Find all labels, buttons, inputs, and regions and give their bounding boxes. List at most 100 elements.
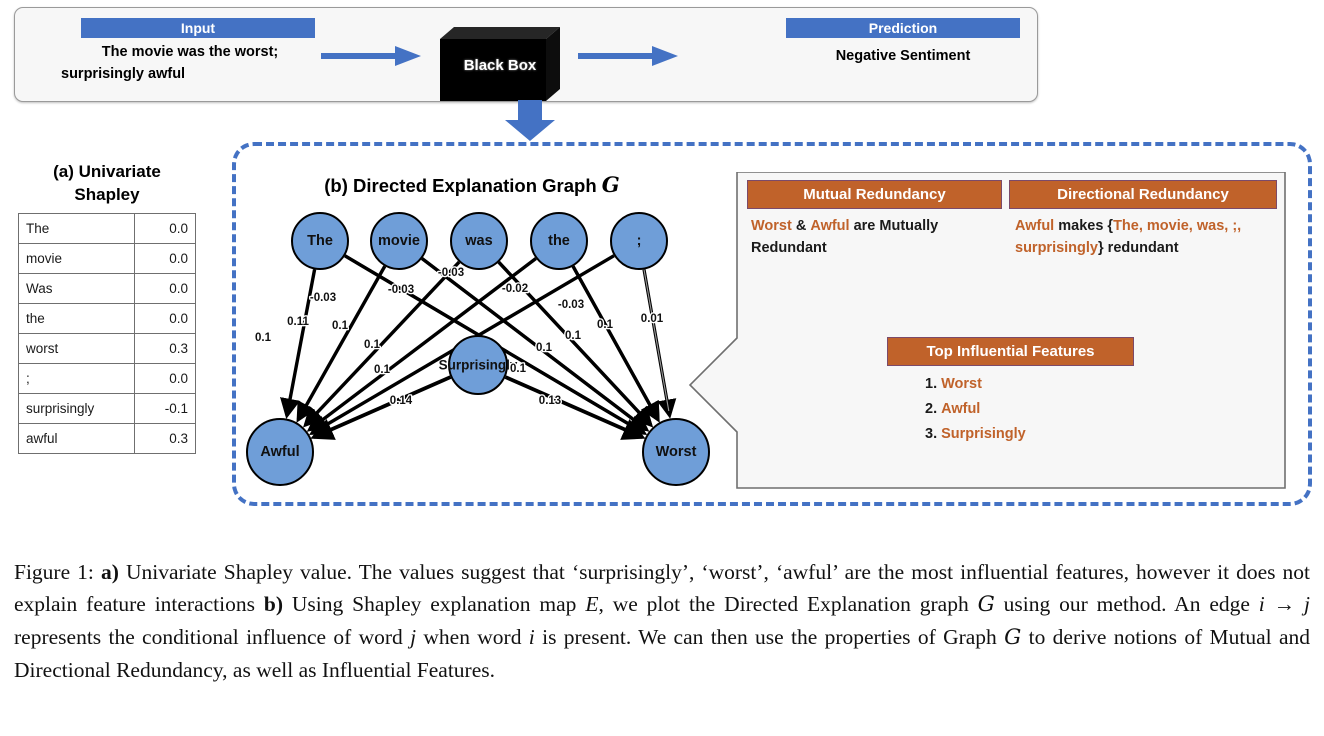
arrow-blackbox-to-prediction (578, 46, 678, 66)
shapley-value: 0.0 (134, 303, 196, 334)
edge-weight-label: 0.1 (597, 319, 614, 331)
edge-weight-label: 0.13 (539, 395, 561, 407)
edge-weight-label: 0.1 (364, 339, 381, 351)
edge-weight-label: 0.1 (255, 332, 272, 344)
shapley-word: movie (18, 243, 135, 274)
table-row: worst 0.3 (18, 333, 196, 364)
prediction-text: Negative Sentiment (835, 48, 971, 64)
edge-weight-label: 0.1 (510, 363, 527, 375)
list-item: 3. Surprisingly (925, 422, 1225, 447)
edge-weight-label: 0.1 (374, 364, 391, 376)
table-row: Was 0.0 (18, 273, 196, 304)
univariate-title: (a) Univariate Shapley (18, 160, 196, 206)
edge-weight-label: -0.03 (310, 292, 336, 304)
edge-weight-label: -0.03 (438, 267, 464, 279)
shapley-word: surprisingly (18, 393, 135, 424)
caption-text-b4: represents the conditional influence of … (14, 625, 411, 649)
caption-text-b3: using our method. An edge (994, 592, 1259, 616)
table-row: ; 0.0 (18, 363, 196, 394)
prediction-header: Prediction (786, 18, 1020, 38)
edge-weight-label: 0.1 (536, 342, 553, 354)
graph-edge (310, 375, 452, 440)
edge-weight-label: 0.1 (332, 320, 349, 332)
caption-text-b2: , we plot the Directed Explanation graph (598, 592, 978, 616)
feature-name: Worst (941, 376, 982, 392)
feature-name: Surprisingly (941, 426, 1026, 442)
graph-edge (504, 375, 646, 440)
shapley-value: 0.3 (134, 423, 196, 454)
callout-content: Mutual Redundancy Worst & Awful are Mutu… (737, 172, 1285, 488)
mutual-redundancy-header: Mutual Redundancy (747, 180, 1002, 209)
feature-name: Awful (941, 401, 981, 417)
graph-node-label: Awful (260, 444, 299, 460)
shapley-word: The (18, 213, 135, 244)
shapley-value: 0.0 (134, 363, 196, 394)
graph-edge (421, 257, 650, 432)
caption-sym-arrow: → (1264, 592, 1305, 616)
top-influential-features-list: 1. Worst 2. Awful 3. Surprisingly (925, 372, 1225, 447)
caption-sym-g2: G (1004, 625, 1022, 650)
univariate-title-line1: (a) Univariate (53, 162, 161, 181)
shapley-word: worst (18, 333, 135, 364)
top-influential-features-header: Top Influential Features (887, 337, 1134, 366)
mutual-redundancy-body: Worst & Awful are Mutually Redundant (751, 215, 996, 259)
table-row: awful 0.3 (18, 423, 196, 454)
graph-edge (643, 269, 672, 417)
shapley-value: 0.0 (134, 213, 196, 244)
shapley-word: Was (18, 273, 135, 304)
input-header: Input (81, 18, 315, 38)
caption-text-b5: when word (416, 625, 529, 649)
edge-weight-label: 0.11 (287, 316, 309, 328)
directional-redundancy-header: Directional Redundancy (1009, 180, 1277, 209)
table-row: surprisingly -0.1 (18, 393, 196, 424)
caption-tag-a: a) (100, 560, 119, 584)
input-text-line1: The movie was the worst; (101, 44, 279, 60)
shapley-value: -0.1 (134, 393, 196, 424)
caption-sym-g: G (977, 592, 995, 617)
table-row: The 0.0 (18, 213, 196, 244)
pipeline-panel: Input The movie was the worst; surprisin… (14, 7, 1038, 102)
caption-sym-j: j (1304, 592, 1311, 616)
caption-figure-label: Figure 1: (14, 560, 94, 584)
list-item: 1. Worst (925, 372, 1225, 397)
table-row: movie 0.0 (18, 243, 196, 274)
directional-redundancy-body: Awful makes {The, movie, was, ;, surpris… (1015, 218, 1242, 256)
mutual-amp: & (791, 218, 811, 234)
graph-node-label: ; (637, 233, 642, 249)
shapley-value: 0.0 (134, 273, 196, 304)
input-text-line2: surprisingly awful (61, 66, 186, 82)
shapley-word: the (18, 303, 135, 334)
univariate-title-line2: Shapley (74, 185, 140, 204)
arrow-down-to-explanation (505, 100, 555, 141)
caption-text-b6: is present. We can then use the properti… (534, 625, 1005, 649)
graph-node-label: movie (378, 233, 420, 249)
shapley-word: awful (18, 423, 135, 454)
mutual-word-awful: Awful (810, 218, 850, 234)
edge-weight-label: 0.14 (390, 395, 413, 407)
graph-node-label: the (548, 233, 570, 249)
list-item: 2. Awful (925, 397, 1225, 422)
feature-rank: 3. (925, 426, 942, 442)
edge-weight-label: 0.01 (641, 313, 664, 325)
edge-weight-label: -0.03 (388, 284, 414, 296)
arrow-input-to-blackbox (321, 46, 421, 66)
univariate-shapley-table: The 0.0 movie 0.0 Was 0.0 the 0.0 worst 0.3; 0.0 su… (18, 213, 196, 454)
black-box: Black Box (440, 27, 560, 101)
caption-text-b1: Using Shapley explanation map (283, 592, 586, 616)
feature-rank: 1. (925, 376, 942, 392)
mutual-word-worst: Worst (751, 218, 792, 234)
edge-weight-label: -0.03 (558, 299, 584, 311)
edge-weight-label: 0.1 (565, 330, 582, 342)
caption-sym-e: E (585, 592, 599, 616)
figure-caption: Figure 1: a) Univariate Shapley value. T… (14, 556, 1310, 686)
black-box-label: Black Box (463, 57, 537, 74)
caption-tag-b: b) (263, 592, 283, 616)
graph-edge (303, 260, 461, 428)
graph-node-label: was (464, 233, 492, 249)
figure-root: Input The movie was the worst; surprisin… (0, 0, 1324, 736)
shapley-word: ; (18, 363, 135, 394)
graph-node-label: Surprisingly (439, 358, 518, 373)
graph-node-label: The (307, 233, 333, 249)
feature-rank: 2. (925, 401, 942, 417)
shapley-value: 0.3 (134, 333, 196, 364)
